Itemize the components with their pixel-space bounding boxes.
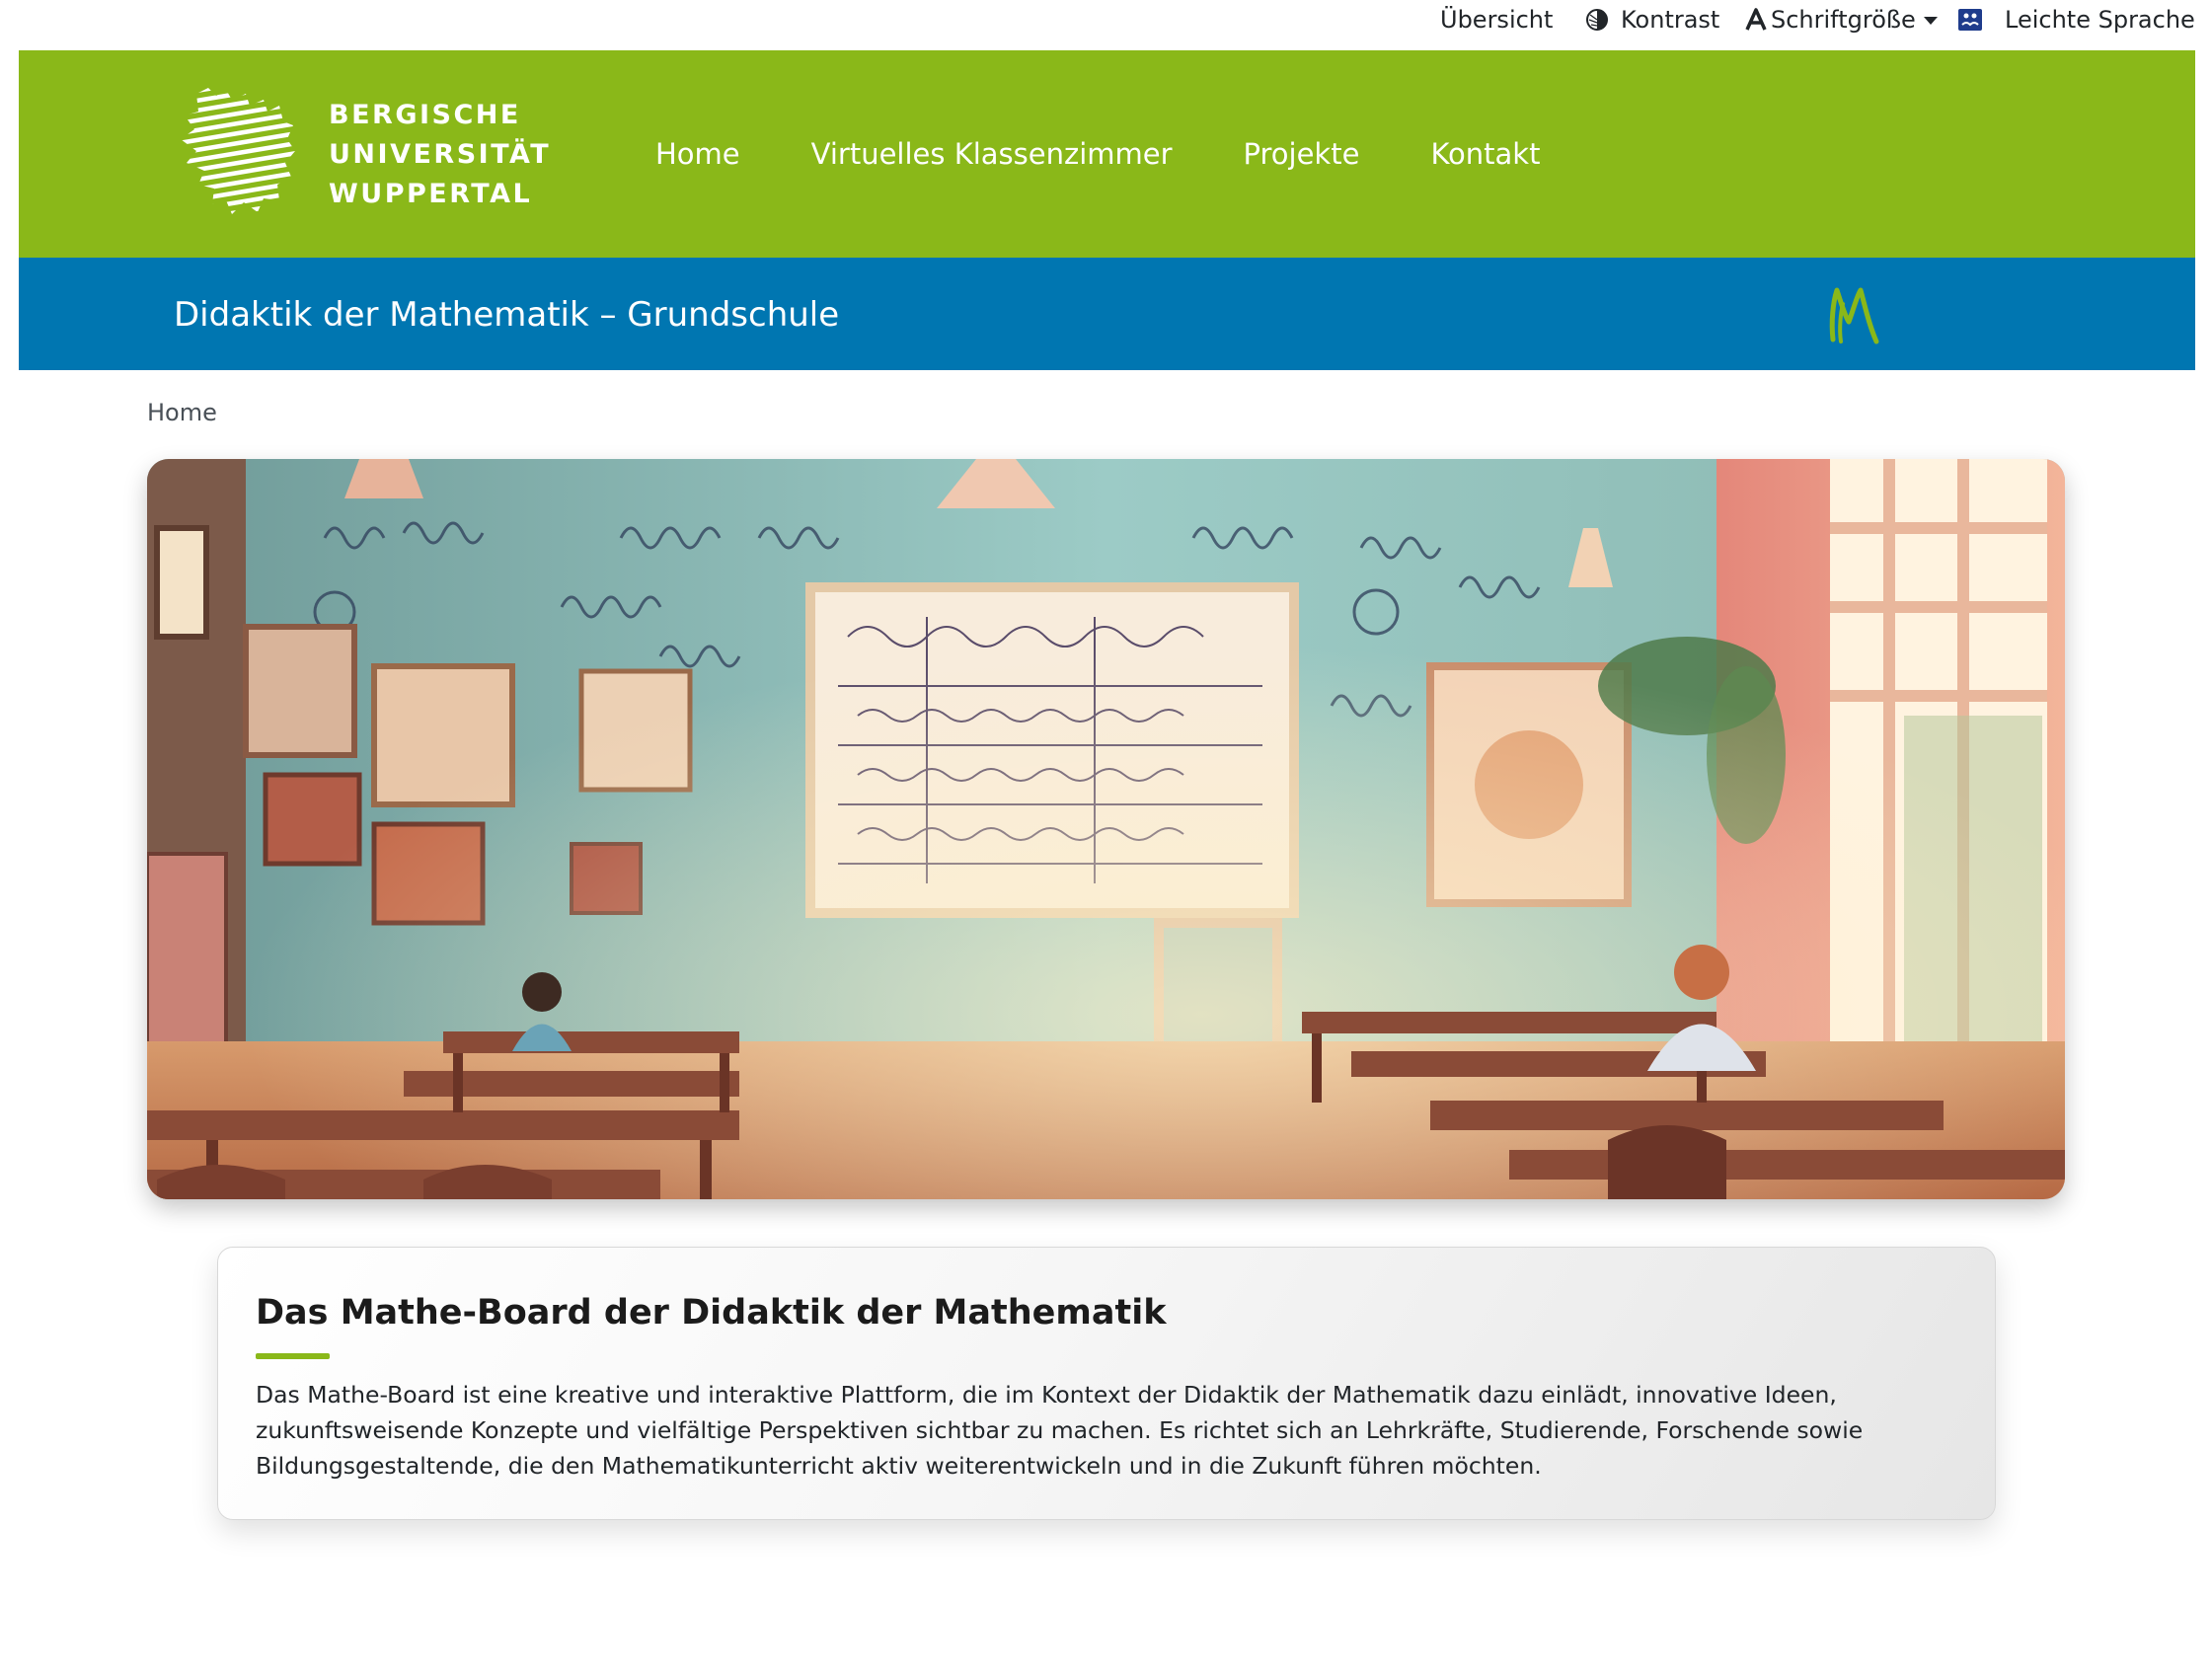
sub-header: Didaktik der Mathematik – Grundschule <box>19 258 2195 370</box>
logo-wordmark: BERGISCHE UNIVERSITÄT WUPPERTAL <box>329 96 551 214</box>
math-m-logo-icon <box>1827 282 1882 351</box>
intro-card: Das Mathe-Board der Didaktik der Mathema… <box>217 1247 1996 1520</box>
lion-emblem-icon <box>177 86 299 220</box>
contrast-toggle[interactable]: Kontrast <box>1585 4 1719 36</box>
font-size-icon <box>1745 8 1767 32</box>
breadcrumb-home[interactable]: Home <box>147 399 217 426</box>
nav-contact[interactable]: Kontakt <box>1430 137 1540 171</box>
logo-line-2: UNIVERSITÄT <box>329 139 552 170</box>
title-underline <box>256 1353 330 1359</box>
hero-image <box>147 459 2065 1199</box>
logo-line-1: BERGISCHE <box>329 100 521 130</box>
contrast-icon <box>1585 8 1609 32</box>
nav-home[interactable]: Home <box>655 137 740 171</box>
university-logo[interactable]: BERGISCHE UNIVERSITÄT WUPPERTAL <box>177 86 551 220</box>
utility-bar: Übersicht Kontrast Schriftgröße Leichte … <box>0 0 2212 49</box>
contrast-label: Kontrast <box>1621 6 1720 34</box>
nav-projects[interactable]: Projekte <box>1244 137 1360 171</box>
card-description: Das Mathe-Board ist eine kreative und in… <box>256 1381 1864 1480</box>
nav-virtual-classroom[interactable]: Virtuelles Klassenzimmer <box>811 137 1173 171</box>
breadcrumb: Home <box>147 399 217 426</box>
overview-link[interactable]: Übersicht <box>1440 4 1553 36</box>
font-size-label: Schriftgröße <box>1771 6 1916 34</box>
card-title: Das Mathe-Board der Didaktik der Mathema… <box>256 1293 1167 1333</box>
font-size-dropdown[interactable]: Schriftgröße <box>1745 4 1938 36</box>
overview-label: Übersicht <box>1440 6 1554 34</box>
site-title[interactable]: Didaktik der Mathematik – Grundschule <box>174 295 839 335</box>
easy-language-link[interactable]: Leichte Sprache <box>1957 4 2195 36</box>
main-navigation: Home Virtuelles Klassenzimmer Projekte K… <box>655 137 1611 171</box>
chevron-down-icon <box>1923 17 1938 25</box>
easy-language-label: Leichte Sprache <box>2005 6 2195 34</box>
main-header: BERGISCHE UNIVERSITÄT WUPPERTAL Home Vir… <box>19 50 2195 258</box>
logo-line-3: WUPPERTAL <box>329 179 533 209</box>
easy-language-icon <box>1957 7 1983 33</box>
